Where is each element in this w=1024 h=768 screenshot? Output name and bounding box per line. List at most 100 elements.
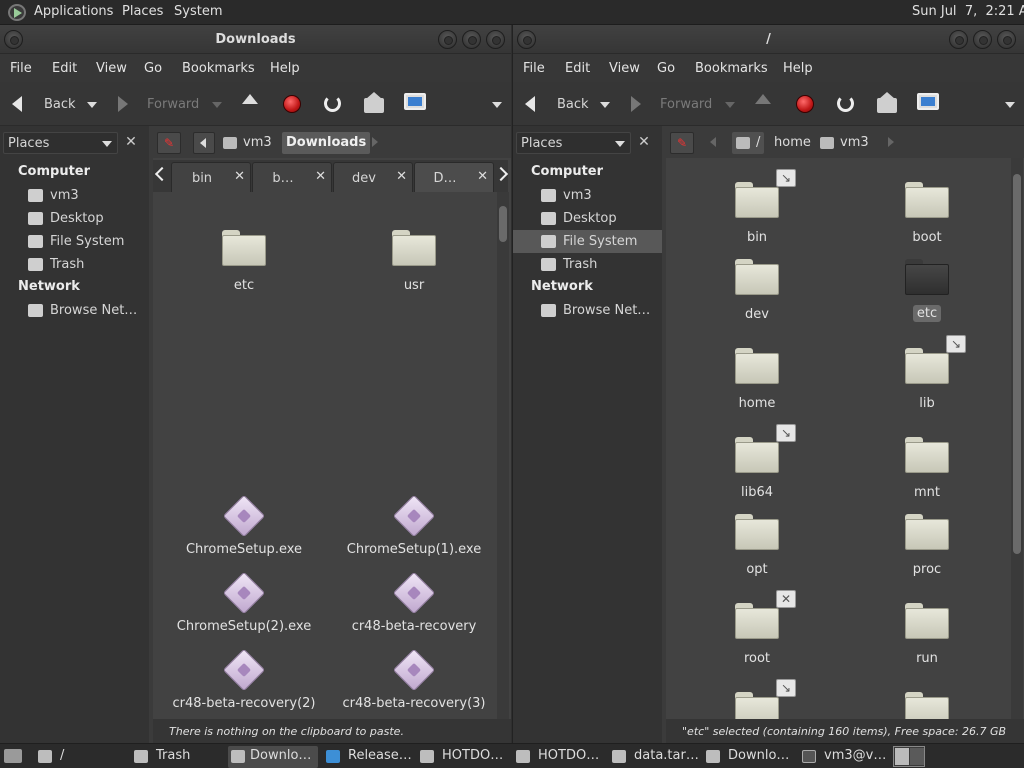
close-tab-icon[interactable]: ✕ [315,169,326,184]
menu-edit[interactable]: Edit [52,61,77,76]
sidebar-selector[interactable]: Places [516,132,631,154]
menu-system[interactable]: System [174,4,222,19]
maximize-button[interactable] [973,30,992,49]
workspace-1[interactable] [895,748,909,765]
task-release[interactable]: Release… [326,746,414,768]
menu-file[interactable]: File [10,61,32,76]
task-hotdo-2[interactable]: HOTDO… [516,746,606,768]
back-history-dropdown-icon[interactable] [600,102,610,108]
close-tab-icon[interactable]: ✕ [234,169,245,184]
toolbar-overflow-icon[interactable] [1005,102,1015,108]
crumb-vm3[interactable]: vm3 [816,132,873,154]
menu-help[interactable]: Help [783,61,813,76]
title-bar[interactable]: Downloads [0,25,511,54]
applications-logo-icon[interactable] [8,4,26,21]
trash-icon [134,750,148,763]
back-arrow-icon[interactable] [525,96,535,112]
reload-icon[interactable] [837,95,854,112]
tab-scroll-right-icon[interactable] [493,166,509,182]
menu-bookmarks[interactable]: Bookmarks [695,61,768,76]
crumb-root[interactable]: / [732,132,765,154]
workspace-switcher[interactable] [893,746,925,767]
minimize-button[interactable] [438,30,457,49]
title-bar[interactable]: / [513,25,1024,54]
sidebar-item-desktop[interactable]: Desktop [0,207,149,230]
up-icon[interactable] [242,94,258,104]
close-button[interactable] [486,30,505,49]
close-tab-icon[interactable]: ✕ [477,169,488,184]
sidebar-item-trash[interactable]: Trash [0,253,149,276]
path-back-button[interactable] [193,132,215,154]
back-history-dropdown-icon[interactable] [87,102,97,108]
close-sidebar-icon[interactable]: ✕ [121,133,141,153]
sidebar-item-browse-network[interactable]: Browse Net… [0,299,149,322]
tab-downloads[interactable]: D… ✕ [414,162,494,192]
computer-icon[interactable] [404,93,426,110]
tab-bin[interactable]: bin ✕ [171,162,251,192]
clock[interactable]: Sun Jul 7, 2:21 AM [912,4,1024,19]
toolbar-overflow-icon[interactable] [492,102,502,108]
scrollbar-thumb[interactable] [499,206,507,242]
minimize-button[interactable] [949,30,968,49]
sidebar-selector[interactable]: Places [3,132,118,154]
task-data-tar[interactable]: data.tar… [612,746,702,768]
tab-boot[interactable]: b… ✕ [252,162,332,192]
tab-dev[interactable]: dev ✕ [333,162,413,192]
task-downloads-2[interactable]: Downlo… [706,746,796,768]
sidebar-item-vm3[interactable]: vm3 [0,184,149,207]
computer-icon[interactable] [917,93,939,110]
close-sidebar-icon[interactable]: ✕ [634,133,654,153]
reload-icon[interactable] [324,95,341,112]
maximize-button[interactable] [462,30,481,49]
edit-location-icon[interactable]: ✎ [157,132,181,154]
menu-file[interactable]: File [523,61,545,76]
back-button[interactable]: Back [44,97,76,112]
menu-view[interactable]: View [96,61,127,76]
menu-help[interactable]: Help [270,61,300,76]
menu-bookmarks[interactable]: Bookmarks [182,61,255,76]
menu-applications[interactable]: Applications [34,4,113,19]
stop-icon[interactable] [283,95,301,113]
stop-icon[interactable] [796,95,814,113]
task-trash[interactable]: Trash [134,746,222,768]
sidebar-item-desktop[interactable]: Desktop [513,207,662,230]
crumb-home[interactable]: home [770,132,815,154]
task-root-folder[interactable]: / [38,746,126,768]
vertical-scrollbar[interactable] [497,192,509,719]
forward-button[interactable]: Forward [660,97,712,112]
scrollbar-thumb[interactable] [1013,174,1021,554]
vertical-scrollbar[interactable] [1011,158,1023,719]
menu-go[interactable]: Go [144,61,162,76]
folder-item-partial[interactable] [842,692,1012,719]
sidebar-item-file-system[interactable]: File System [0,230,149,253]
back-arrow-icon[interactable] [12,96,22,112]
menu-places[interactable]: Places [122,4,163,19]
sidebar-item-trash[interactable]: Trash [513,253,662,276]
task-terminal[interactable]: vm3@v… [802,746,888,768]
crumb-downloads[interactable]: Downloads [282,132,371,154]
crumb-vm3[interactable]: vm3 [219,132,276,154]
sidebar-item-vm3[interactable]: vm3 [513,184,662,207]
drive-icon [28,235,43,248]
menu-view[interactable]: View [609,61,640,76]
folder-item-partial[interactable]: ↘ [672,679,842,719]
section-computer: Computer [531,164,604,179]
menu-bar: File Edit View Go Bookmarks Help [513,54,1024,82]
workspace-2[interactable] [910,748,924,765]
close-button[interactable] [997,30,1016,49]
task-downloads[interactable]: Downlo… [228,746,318,768]
sidebar-item-label: File System [50,234,125,249]
menu-edit[interactable]: Edit [565,61,590,76]
task-hotdo-1[interactable]: HOTDO… [420,746,510,768]
menu-go[interactable]: Go [657,61,675,76]
sidebar-item-browse-network[interactable]: Browse Net… [513,299,662,322]
home-icon[interactable] [364,92,384,113]
tab-scroll-left-icon[interactable] [154,166,170,182]
show-desktop-icon[interactable] [4,749,22,763]
sidebar-item-file-system[interactable]: File System [513,230,662,253]
close-tab-icon[interactable]: ✕ [396,169,407,184]
forward-button[interactable]: Forward [147,97,199,112]
edit-location-icon[interactable]: ✎ [670,132,694,154]
home-icon[interactable] [877,92,897,113]
back-button[interactable]: Back [557,97,589,112]
